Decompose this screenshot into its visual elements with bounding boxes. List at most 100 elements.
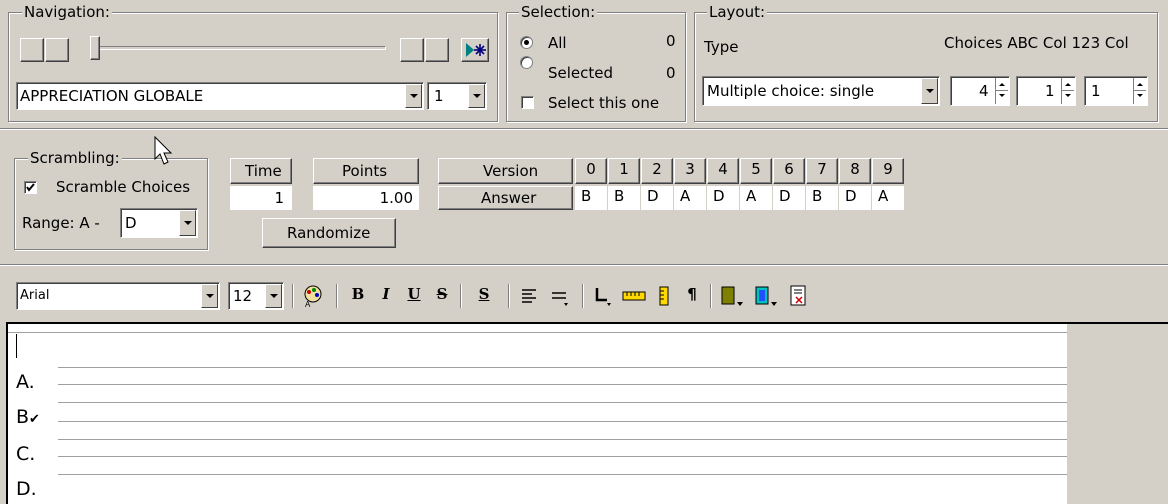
font-value: Arial	[20, 288, 50, 303]
version-number-cell[interactable]: 5	[740, 158, 772, 184]
radio-selected[interactable]	[520, 56, 533, 69]
answer-cell[interactable]: A	[674, 186, 706, 210]
layout-legend: Layout:	[707, 3, 768, 21]
version-number-cell[interactable]: 9	[872, 158, 904, 184]
spin-arrows-icon[interactable]	[1133, 78, 1146, 104]
choice-b-label[interactable]: B✔	[16, 406, 40, 431]
answer-cell[interactable]: B	[608, 186, 640, 210]
spin-arrows-icon[interactable]	[1061, 78, 1074, 104]
spacing-icon[interactable]	[546, 284, 574, 308]
answer-cell[interactable]: B	[575, 186, 607, 210]
time-value[interactable]: 1	[230, 186, 292, 210]
answer-cell[interactable]: D	[641, 186, 673, 210]
radio-all-label: All	[548, 34, 567, 52]
strikethrough-icon[interactable]: S	[430, 284, 454, 308]
panel-divider	[0, 128, 1168, 130]
font-color-palette-icon[interactable]: A	[300, 284, 326, 309]
chevron-down-icon[interactable]	[468, 84, 485, 108]
choice-a-label[interactable]: A.	[16, 371, 35, 393]
choice-d-label[interactable]: D.	[16, 478, 37, 500]
chevron-down-icon[interactable]	[405, 84, 422, 108]
editor-top-line	[8, 332, 1067, 333]
first-question-button[interactable]	[20, 38, 44, 62]
style-dropdown-icon[interactable]: S	[470, 284, 498, 308]
align-left-icon[interactable]	[516, 284, 544, 308]
choice-a-line-bottom	[58, 384, 1067, 385]
choice-b-line-bottom	[58, 402, 1067, 403]
scrambling-legend: Scrambling:	[28, 149, 122, 167]
toolbar-separator	[336, 284, 338, 308]
col123-spinner[interactable]: 1	[1084, 76, 1148, 106]
version-number-cell[interactable]: 2	[641, 158, 673, 184]
question-slider-thumb[interactable]	[90, 36, 100, 60]
version-number-cell[interactable]: 8	[839, 158, 871, 184]
select-this-one-checkbox[interactable]	[521, 96, 534, 109]
bold-icon[interactable]: B	[346, 284, 370, 308]
question-number-select[interactable]: 1	[427, 82, 487, 110]
choice-c-label[interactable]: C.	[16, 443, 35, 465]
choice-d-line-bottom2	[58, 474, 1067, 475]
col123-value: 1	[1091, 82, 1101, 100]
highlight-color-icon[interactable]	[718, 284, 748, 308]
scramble-choices-checkbox[interactable]	[24, 181, 37, 194]
font-size-value: 12	[233, 287, 253, 305]
question-select[interactable]: APPRECIATION GLOBALE	[16, 82, 424, 110]
font-select[interactable]: Arial	[16, 282, 220, 310]
chevron-down-icon[interactable]	[201, 284, 218, 308]
chevron-down-icon[interactable]	[179, 210, 196, 236]
toolbar-separator	[582, 284, 584, 308]
version-number-cell[interactable]: 6	[773, 158, 805, 184]
radio-all[interactable]	[520, 36, 533, 49]
pilcrow-icon[interactable]: ¶	[680, 284, 704, 308]
randomize-button[interactable]: Randomize	[262, 218, 396, 248]
answer-cell[interactable]: A	[740, 186, 772, 210]
version-number-cell[interactable]: 1	[608, 158, 640, 184]
toolbar-separator	[292, 284, 294, 308]
question-type-value: Multiple choice: single	[707, 82, 875, 100]
vertical-ruler-icon[interactable]	[652, 284, 676, 308]
svg-text:A: A	[305, 300, 311, 308]
answer-cell[interactable]: D	[773, 186, 805, 210]
previous-question-button[interactable]	[45, 38, 69, 62]
question-slider-track[interactable]	[92, 46, 386, 50]
scramble-choices-label: Scramble Choices	[56, 178, 191, 196]
points-header: Points	[313, 158, 419, 184]
version-number-cell[interactable]: 0	[575, 158, 607, 184]
abc-col-spinner[interactable]: 1	[1016, 76, 1076, 106]
clear-format-icon[interactable]	[786, 284, 812, 308]
points-value[interactable]: 1.00	[313, 186, 419, 210]
all-count: 0	[666, 32, 676, 50]
tab-stop-icon[interactable]	[590, 284, 616, 308]
font-size-select[interactable]: 12	[228, 282, 284, 310]
version-number-cell[interactable]: 4	[707, 158, 739, 184]
answer-cell[interactable]: A	[872, 186, 904, 210]
spin-arrows-icon[interactable]	[995, 78, 1008, 104]
jump-to-question-button[interactable]	[461, 38, 489, 62]
answer-cell[interactable]: D	[707, 186, 739, 210]
last-question-button[interactable]	[425, 38, 449, 62]
next-question-button[interactable]	[400, 38, 424, 62]
chevron-down-icon[interactable]	[265, 284, 282, 308]
radio-selected-label: Selected	[548, 64, 614, 82]
range-value: D	[125, 214, 137, 232]
abc-col-value: 1	[1045, 82, 1055, 100]
background-color-icon[interactable]	[752, 284, 782, 308]
ruler-icon[interactable]	[620, 284, 648, 308]
choice-c-line-bottom	[58, 439, 1067, 440]
question-editor[interactable]	[8, 324, 1067, 504]
time-header: Time	[230, 158, 292, 184]
chevron-down-icon[interactable]	[921, 78, 938, 104]
choices-spinner[interactable]: 4	[950, 76, 1010, 106]
range-label: Range: A -	[22, 214, 100, 232]
answer-cell[interactable]: B	[806, 186, 838, 210]
answer-cell[interactable]: D	[839, 186, 871, 210]
underline-icon[interactable]: U	[402, 284, 426, 308]
question-type-select[interactable]: Multiple choice: single	[702, 76, 940, 106]
correct-checkmark-icon: ✔	[29, 412, 40, 427]
version-number-cell[interactable]: 3	[674, 158, 706, 184]
version-number-cell[interactable]: 7	[806, 158, 838, 184]
range-select[interactable]: D	[120, 208, 198, 238]
navigation-legend: Navigation:	[22, 3, 112, 21]
italic-icon[interactable]: I	[374, 284, 398, 308]
star-arrow-icon	[466, 43, 486, 57]
